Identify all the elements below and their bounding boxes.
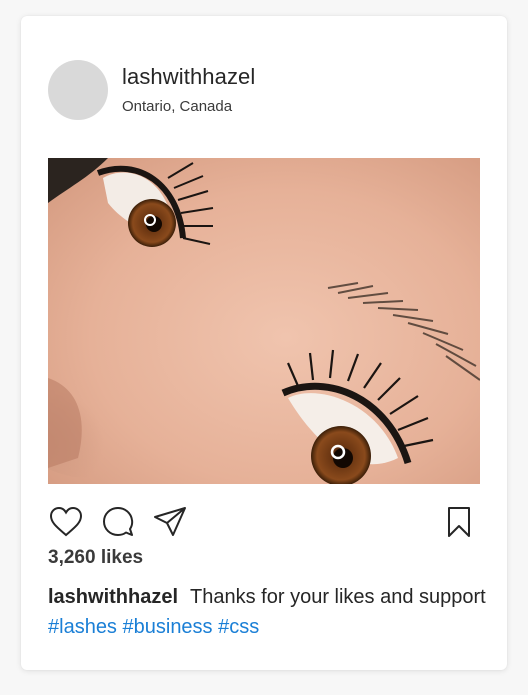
- likes-count[interactable]: 3,260 likes: [48, 547, 143, 569]
- caption-username[interactable]: lashwithhazel: [48, 586, 178, 608]
- bookmark-icon[interactable]: [441, 504, 477, 540]
- post-card: lashwithhazel Ontario, Canada 3,260 like…: [21, 16, 507, 670]
- post-username[interactable]: lashwithhazel: [122, 64, 255, 90]
- paper-plane-icon[interactable]: [152, 504, 188, 540]
- hashtag-link[interactable]: #css: [218, 616, 259, 638]
- post-caption: lashwithhazel Thanks for your likes and s…: [48, 582, 488, 642]
- hashtag-link[interactable]: #lashes: [48, 616, 117, 638]
- comment-icon[interactable]: [100, 504, 136, 540]
- heart-icon[interactable]: [48, 504, 84, 540]
- eyelash-photo: [48, 158, 480, 484]
- caption-text: Thanks for your likes and support: [190, 586, 486, 608]
- avatar[interactable]: [48, 60, 108, 120]
- post-image[interactable]: [48, 158, 480, 484]
- post-location[interactable]: Ontario, Canada: [122, 98, 232, 115]
- hashtag-link[interactable]: #business: [123, 616, 213, 638]
